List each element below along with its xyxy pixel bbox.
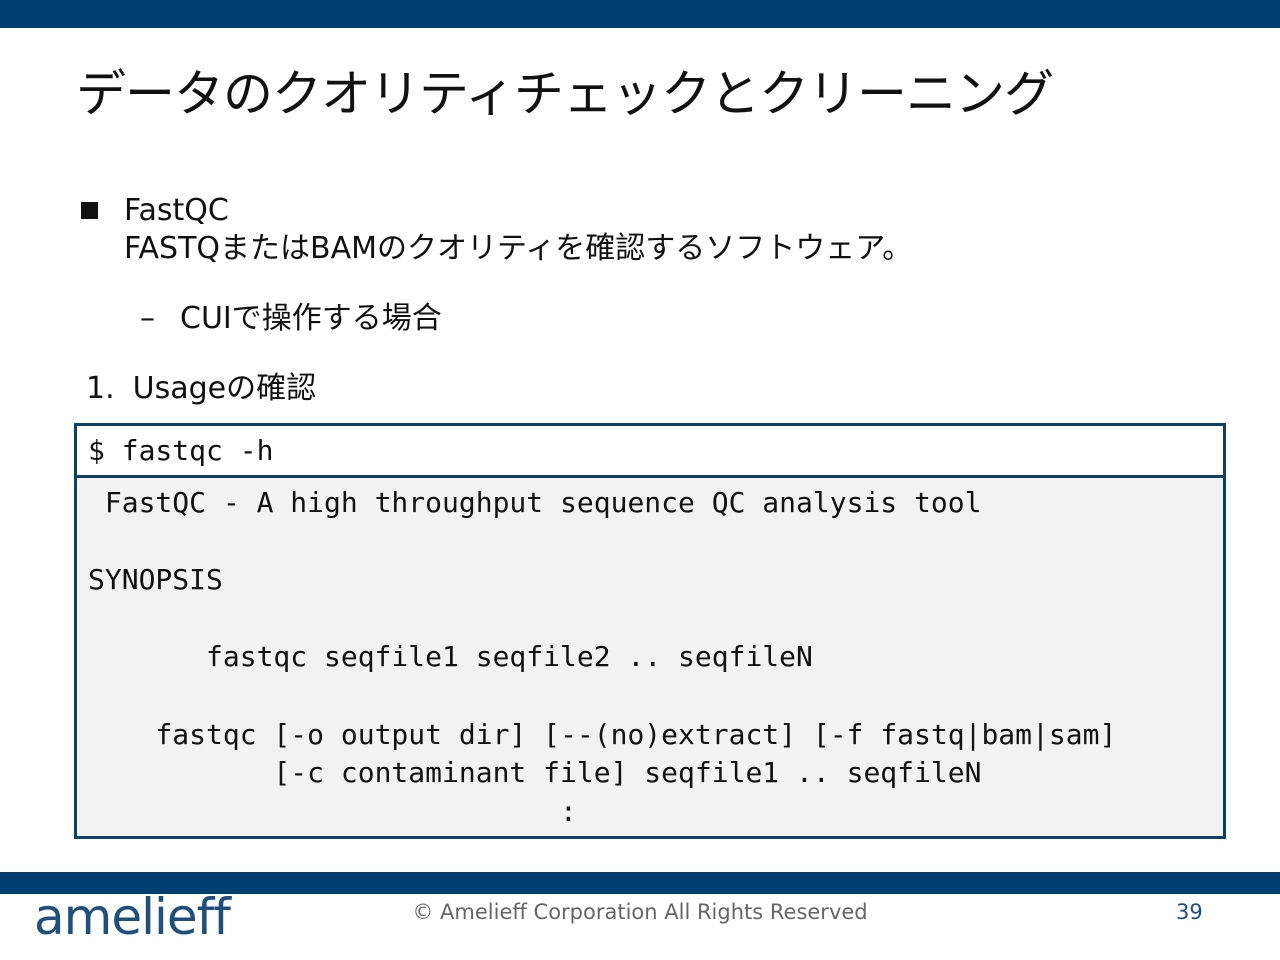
copyright-text: © Amelieff Corporation All Rights Reserv… — [412, 900, 868, 924]
terminal-output-line: : — [88, 794, 577, 828]
bullet-square-icon — [81, 202, 98, 219]
terminal-output-line: SYNOPSIS — [88, 563, 223, 597]
terminal-output-line: FastQC - A high throughput sequence QC a… — [88, 486, 982, 519]
bullet-description: FASTQまたはBAMのクオリティを確認するソフトウェア。 — [124, 231, 913, 266]
page-number: 39 — [1176, 900, 1203, 924]
bullet-fastqc: FastQC FASTQまたはBAMのクオリティを確認するソフトウェア。 — [124, 192, 912, 268]
sub-bullet-dash: – — [140, 301, 155, 336]
terminal-output-line: fastqc seqfile1 seqfile2 .. seqfileN — [88, 640, 813, 674]
slide-title: データのクオリティチェックとクリーニング — [76, 65, 1054, 123]
terminal-output-line: [-c contaminant file] seqfile1 .. seqfil… — [88, 756, 982, 790]
command-line: $ fastqc -h — [77, 426, 1223, 478]
step-usage: 1. Usageの確認 — [86, 370, 316, 408]
bullet-name: FastQC — [124, 193, 229, 228]
terminal-output: FastQC - A high throughput sequence QC a… — [77, 478, 1223, 831]
step-text: Usageの確認 — [132, 371, 317, 406]
terminal-output-line: fastqc [-o output dir] [--(no)extract] [… — [88, 717, 1117, 751]
sub-bullet-text: CUIで操作する場合 — [180, 301, 442, 336]
step-number: 1. — [86, 371, 115, 406]
terminal-box: $ fastqc -h FastQC - A high throughput s… — [74, 423, 1226, 839]
top-header-bar — [0, 0, 1280, 28]
